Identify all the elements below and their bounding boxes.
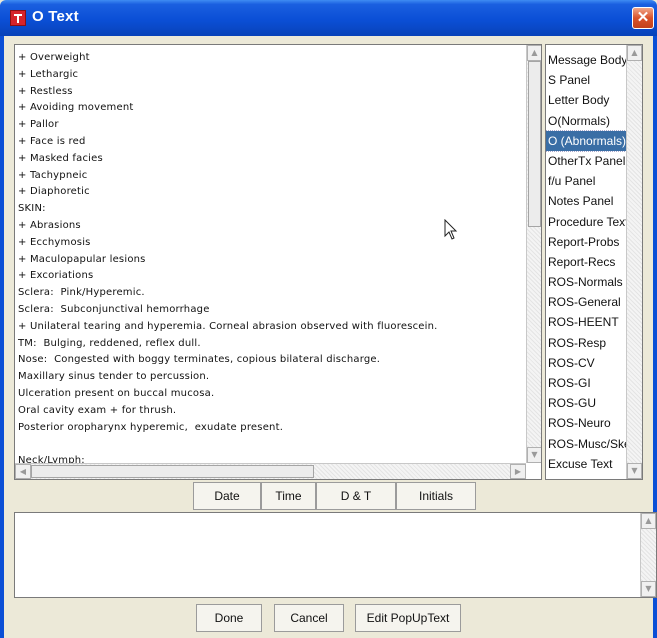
text-line: + Overweight [18,52,90,63]
time-button[interactable]: Time [261,482,316,510]
list-item[interactable]: ROS-Normals [546,272,628,292]
text-line: Oral cavity exam + for thrush. [18,404,177,416]
list-item[interactable]: ROS-General [546,292,628,312]
notes-scroll-down-arrow-icon[interactable]: ▼ [641,581,656,597]
text-horizontal-scrollbar[interactable]: ◀ ▶ [15,463,526,479]
initials-button[interactable]: Initials [396,482,476,510]
text-line: + Diaphoretic [18,186,90,198]
text-line: + Excoriations [18,270,94,282]
text-content: + Overweight + Lethargic + Restless + Avoid… [18,50,438,470]
template-list[interactable]: Message Body S Panel Letter Body O(Normals)… [545,44,643,480]
scroll-down-arrow-icon[interactable]: ▼ [527,447,541,463]
text-line: Sclera: Subconjunctival hemorrhage [18,303,210,315]
text-line: Maxillary sinus tender to percussion. [18,371,210,383]
list-item[interactable]: ROS-GI [546,373,628,393]
list-item[interactable]: ROS-Musc/Skel [546,434,628,454]
text-line: Sclera: Pink/Hyperemic. [18,287,145,299]
text-line: + Pallor [18,119,59,131]
list-item[interactable]: ROS-GU [546,393,628,413]
mouse-pointer-icon [444,219,458,240]
list-item[interactable]: ROS-Resp [546,333,628,353]
list-vertical-scrollbar[interactable]: ▲ ▼ [626,45,642,479]
text-line: Ulceration present on buccal mucosa. [18,387,215,399]
text-line: + Unilateral tearing and hyperemia. Corn… [18,320,438,332]
list-item[interactable]: Excuse Text [546,454,628,474]
list-item[interactable]: S Panel [546,70,628,90]
list-item[interactable]: Report-Recs [546,252,628,272]
list-scroll-down-arrow-icon[interactable]: ▼ [627,463,642,479]
list-item[interactable]: ROS-Neuro [546,413,628,433]
list-item[interactable]: Procedure Text [546,212,628,232]
done-button[interactable]: Done [196,604,262,632]
notes-vertical-scrollbar[interactable]: ▲ ▼ [640,513,656,597]
scroll-right-arrow-icon[interactable]: ▶ [510,464,526,479]
window-frame-left [0,36,4,638]
notes-text-area[interactable]: ▲ ▼ [14,512,657,598]
text-line: + Tachypneic [18,169,88,181]
text-line: Posterior oropharynx hyperemic, exudate … [18,421,284,433]
list-item[interactable]: Message Body [546,50,628,70]
notes-scroll-up-arrow-icon[interactable]: ▲ [641,513,656,529]
text-vertical-scrollbar[interactable]: ▲ ▼ [526,45,541,463]
list-item[interactable]: f/u Panel [546,171,628,191]
list-item[interactable]: Notes Panel [546,191,628,211]
scroll-left-arrow-icon[interactable]: ◀ [15,464,31,479]
list-item[interactable]: Letter Body [546,90,628,110]
text-line: + Lethargic [18,68,79,80]
text-line: + Face is red [18,135,86,147]
cancel-button[interactable]: Cancel [274,604,344,632]
edit-popuptext-button[interactable]: Edit PopUpText [355,604,461,632]
list-item[interactable]: O(Normals) [546,111,628,131]
list-item[interactable]: ROS-HEENT [546,312,628,332]
close-button[interactable]: ✕ [632,7,654,29]
hscroll-thumb[interactable] [31,465,314,478]
text-line: Nose: Congested with boggy terminates, c… [18,354,381,366]
text-line: + Masked facies [18,152,103,164]
list-item[interactable]: O (Abnormals) [546,129,629,152]
scroll-up-arrow-icon[interactable]: ▲ [527,45,541,61]
list-scroll-up-arrow-icon[interactable]: ▲ [627,45,642,61]
text-line: + Abrasions [18,219,81,231]
title-bar[interactable]: O Text ✕ [0,0,657,36]
scroll-thumb[interactable] [528,61,541,227]
text-line: TM: Bulging, reddened, reflex dull. [18,337,201,349]
window-title: O Text [32,8,79,25]
app-icon [10,10,26,26]
text-editor[interactable]: + Overweight + Lethargic + Restless + Avoid… [14,44,542,480]
text-line: + Restless [18,85,73,97]
list-item[interactable]: Report-Probs [546,232,628,252]
date-button[interactable]: Date [193,482,261,510]
text-line: + Avoiding movement [18,102,134,114]
text-line [18,436,438,453]
date-time-button[interactable]: D & T [316,482,396,510]
list-item[interactable]: OtherTx Panel [546,151,628,171]
text-line: + Ecchymosis [18,236,91,248]
text-line: SKIN: [18,203,46,215]
text-line: + Maculopapular lesions [18,253,146,265]
list-item[interactable]: ROS-CV [546,353,628,373]
